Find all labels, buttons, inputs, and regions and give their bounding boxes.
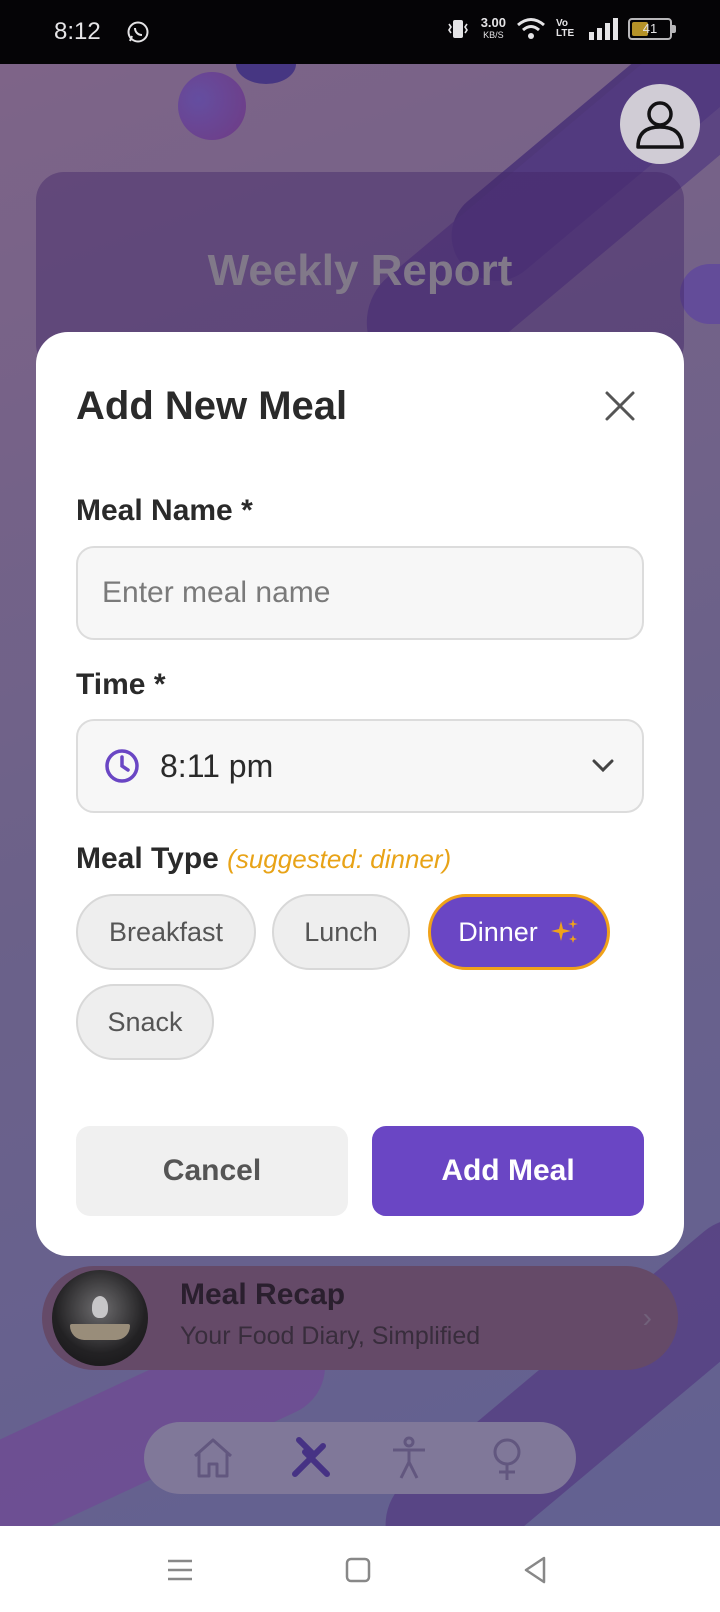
meal-type-label: Meal Type (suggested: dinner): [76, 842, 452, 875]
clock-icon: [105, 749, 139, 783]
meal-type-lunch[interactable]: Lunch: [272, 894, 410, 970]
meal-name-label: Meal Name *: [76, 494, 253, 527]
add-meal-dialog: Add New Meal Meal Name * Time * 8:11 pm …: [36, 332, 684, 1256]
dialog-title: Add New Meal: [76, 384, 348, 428]
close-button[interactable]: [596, 382, 644, 430]
meal-name-input[interactable]: [78, 548, 642, 638]
sparkle-icon: [550, 919, 578, 943]
close-icon: [605, 391, 635, 421]
back-icon[interactable]: [518, 1552, 554, 1588]
meal-name-field[interactable]: [76, 546, 644, 640]
time-value: 8:11 pm: [160, 747, 274, 784]
cancel-button[interactable]: Cancel: [76, 1126, 348, 1216]
time-picker[interactable]: 8:11 pm: [76, 719, 644, 813]
chevron-down-icon: [592, 759, 614, 773]
meal-type-snack[interactable]: Snack: [76, 984, 214, 1060]
time-label: Time *: [76, 668, 166, 701]
home-square-icon[interactable]: [340, 1552, 376, 1588]
meal-type-dinner[interactable]: Dinner: [428, 894, 610, 970]
recents-icon[interactable]: [162, 1552, 198, 1588]
add-meal-button[interactable]: Add Meal: [372, 1126, 644, 1216]
system-nav-bar: [0, 1526, 720, 1612]
meal-type-suggestion: (suggested: dinner): [227, 844, 452, 874]
meal-type-breakfast[interactable]: Breakfast: [76, 894, 256, 970]
